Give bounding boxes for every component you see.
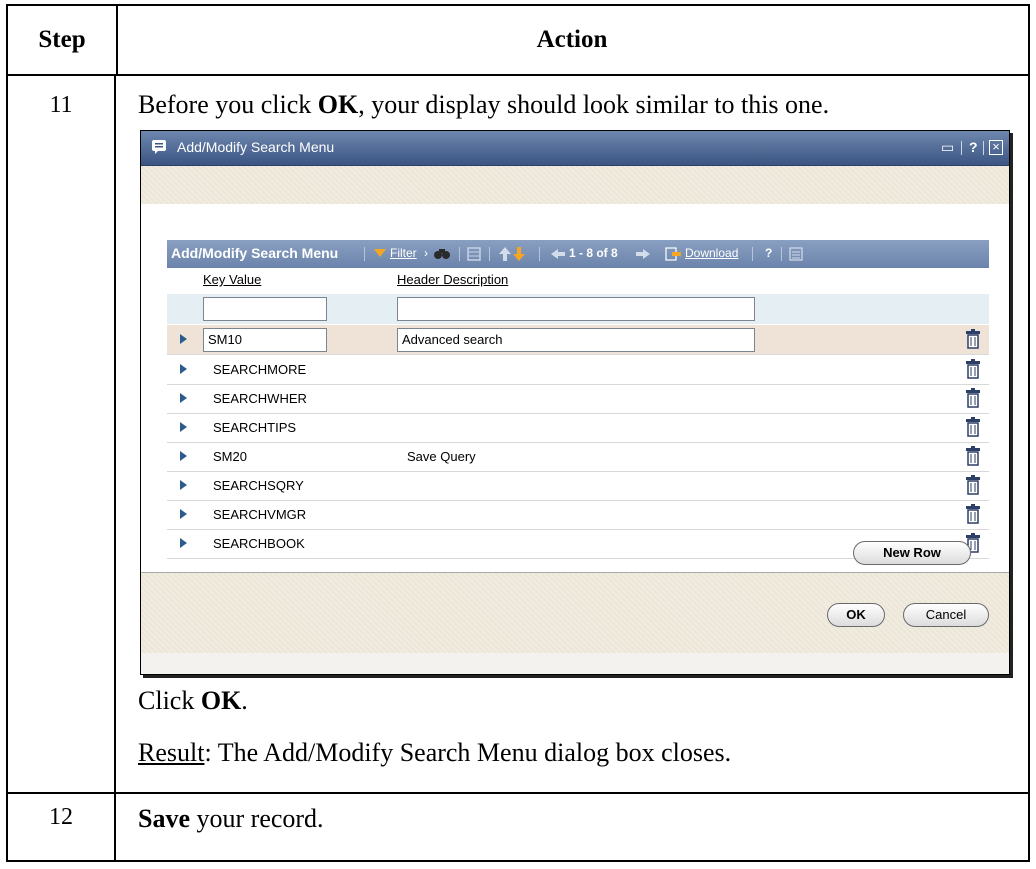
instruction-suffix: , your display should look similar to th…	[358, 90, 830, 119]
view-all-icon[interactable]	[467, 247, 481, 261]
grid-separator	[489, 247, 490, 261]
table-row[interactable]: SM10 Advanced search	[167, 325, 989, 355]
grid-separator	[364, 247, 365, 261]
action-cell: Save your record.	[138, 804, 324, 834]
titlebar-separator	[961, 141, 962, 155]
delete-row-icon[interactable]	[965, 359, 981, 379]
save-suffix: your record.	[190, 804, 324, 833]
key-value: SM20	[213, 449, 247, 464]
column-header-key[interactable]: Key Value	[203, 272, 261, 287]
grid-separator	[539, 247, 540, 261]
row-expand-icon[interactable]	[180, 364, 187, 374]
filter-row	[167, 294, 989, 324]
key-filter-input[interactable]	[203, 297, 327, 321]
ok-button[interactable]: OK	[827, 603, 885, 627]
key-value: SEARCHBOOK	[213, 536, 305, 551]
table-row[interactable]: SM20 Save Query	[167, 442, 989, 472]
delete-row-icon[interactable]	[965, 504, 981, 524]
filter-link[interactable]: Filter	[390, 246, 417, 260]
click-instruction: Click OK.	[138, 686, 248, 716]
filter-icon[interactable]	[374, 249, 386, 259]
instruction-text: Before you click OK, your display should…	[138, 90, 829, 120]
dialog-menu-icon[interactable]	[151, 139, 167, 155]
row-expand-icon[interactable]	[180, 393, 187, 403]
row-expand-icon[interactable]	[180, 509, 187, 519]
instruction-bold: OK	[317, 90, 359, 119]
key-value: SEARCHVMGR	[213, 507, 307, 522]
table-header-row: Step Action	[6, 4, 1030, 76]
dialog-title: Add/Modify Search Menu	[177, 139, 335, 155]
help-icon[interactable]: ?	[969, 139, 978, 155]
titlebar-separator	[983, 141, 984, 155]
table-row: 12 Save your record.	[6, 792, 1030, 862]
header-action: Action	[536, 26, 608, 53]
step-number: 12	[8, 792, 116, 860]
result-description: : The Add/Modify Search Menu dialog box …	[204, 738, 732, 767]
next-icon[interactable]	[636, 249, 650, 259]
arrow-down-icon[interactable]	[513, 247, 525, 261]
table-row[interactable]: SEARCHSQRY	[167, 471, 989, 501]
download-icon[interactable]	[665, 247, 681, 261]
grid-separator	[752, 247, 753, 261]
click-suffix: .	[241, 686, 248, 715]
header-description-input[interactable]: Advanced search	[397, 328, 755, 352]
key-value: SEARCHWHER	[213, 391, 307, 406]
result-label: Result	[138, 738, 205, 767]
column-header-description[interactable]: Header Description	[397, 272, 508, 287]
description-filter-input[interactable]	[397, 297, 755, 321]
table-row[interactable]: SEARCHVMGR	[167, 500, 989, 530]
click-bold: OK	[200, 686, 242, 715]
arrow-up-icon[interactable]	[499, 247, 511, 261]
minimize-icon[interactable]: ▭	[941, 139, 954, 156]
delete-row-icon[interactable]	[965, 475, 981, 495]
header-description: Save Query	[407, 449, 476, 464]
close-icon[interactable]: ×	[989, 140, 1003, 155]
dialog-banner	[141, 166, 1009, 204]
header-step: Step	[8, 6, 118, 74]
delete-row-icon[interactable]	[965, 388, 981, 408]
row-expand-icon[interactable]	[180, 480, 187, 490]
grid-separator	[781, 247, 782, 261]
pagination-text: 1 - 8 of 8	[569, 246, 618, 260]
delete-row-icon[interactable]	[965, 329, 981, 349]
grid-separator	[459, 247, 460, 261]
key-value-input[interactable]: SM10	[203, 328, 327, 352]
click-prefix: Click	[138, 686, 201, 715]
search-menu-dialog: Add/Modify Search Menu ▭ ? × Add/Modify …	[140, 130, 1010, 675]
result-text: Result: The Add/Modify Search Menu dialo…	[138, 738, 731, 768]
dialog-footer: OK Cancel	[141, 572, 1009, 653]
row-expand-icon[interactable]	[180, 538, 187, 548]
table-row[interactable]: SEARCHTIPS	[167, 413, 989, 443]
find-icon[interactable]	[433, 246, 451, 260]
download-link[interactable]: Download	[685, 246, 738, 260]
step-number: 11	[8, 74, 116, 792]
instruction-prefix: Before you click	[138, 90, 318, 119]
grid-help-icon[interactable]: ?	[765, 246, 772, 260]
personalize-icon[interactable]	[789, 247, 803, 261]
key-value: SEARCHMORE	[213, 362, 307, 377]
row-expand-icon[interactable]	[180, 334, 187, 344]
row-expand-icon[interactable]	[180, 422, 187, 432]
previous-icon[interactable]	[551, 249, 565, 259]
table-row[interactable]: SEARCHMORE	[167, 355, 989, 385]
table-row[interactable]: SEARCHWHER	[167, 384, 989, 414]
chevron-right-icon: ›	[424, 246, 428, 260]
grid-header: Add/Modify Search Menu Filter › 1 - 8 of…	[167, 240, 989, 268]
dialog-titlebar: Add/Modify Search Menu ▭ ? ×	[141, 131, 1009, 166]
new-row-button[interactable]: New Row	[853, 541, 971, 565]
delete-row-icon[interactable]	[965, 446, 981, 466]
grid-title: Add/Modify Search Menu	[171, 245, 339, 261]
delete-row-icon[interactable]	[965, 417, 981, 437]
cancel-button[interactable]: Cancel	[903, 603, 989, 627]
key-value: SEARCHTIPS	[213, 420, 297, 435]
key-value: SEARCHSQRY	[213, 478, 304, 493]
save-bold: Save	[138, 804, 190, 833]
row-expand-icon[interactable]	[180, 451, 187, 461]
dialog-body: Add/Modify Search Menu Filter › 1 - 8 of…	[141, 204, 1009, 572]
